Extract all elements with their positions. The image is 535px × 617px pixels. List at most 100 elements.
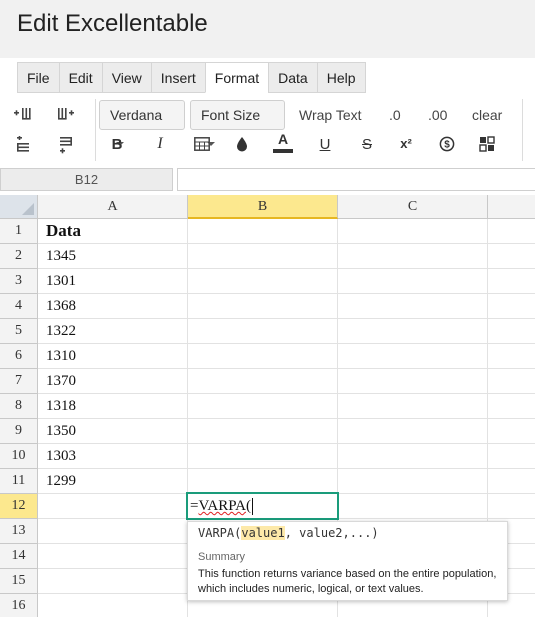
- cell-b7[interactable]: [188, 369, 338, 394]
- menu-insert[interactable]: Insert: [150, 62, 205, 93]
- cell-c8[interactable]: [338, 394, 488, 419]
- row-header-5[interactable]: 5: [0, 319, 38, 344]
- cell-d1[interactable]: [488, 219, 535, 244]
- cell-b4[interactable]: [188, 294, 338, 319]
- column-header-a[interactable]: A: [38, 195, 188, 219]
- row-header-6[interactable]: 6: [0, 344, 38, 369]
- cell-a3[interactable]: 1301: [38, 269, 188, 294]
- row-header-2[interactable]: 2: [0, 244, 38, 269]
- menu-edit[interactable]: Edit: [58, 62, 102, 93]
- menu-data[interactable]: Data: [268, 62, 317, 93]
- superscript-button[interactable]: x²: [395, 132, 417, 154]
- cell-a5[interactable]: 1322: [38, 319, 188, 344]
- borders-icon[interactable]: [191, 133, 213, 155]
- cell-d6[interactable]: [488, 344, 535, 369]
- cell-a11[interactable]: 1299: [38, 469, 188, 494]
- cell-a13[interactable]: [38, 519, 188, 544]
- font-family-dropdown[interactable]: Verdana: [99, 100, 185, 147]
- insert-row-below-icon[interactable]: [55, 134, 77, 156]
- clear-format-button[interactable]: clear: [472, 107, 502, 123]
- column-header-b[interactable]: B: [188, 195, 338, 219]
- cell-d7[interactable]: [488, 369, 535, 394]
- cell-d4[interactable]: [488, 294, 535, 319]
- insert-column-right-icon[interactable]: [55, 103, 77, 125]
- italic-button[interactable]: I: [149, 133, 171, 155]
- cell-reference-box[interactable]: B12: [0, 168, 173, 191]
- row-header-15[interactable]: 15: [0, 569, 38, 594]
- row-header-4[interactable]: 4: [0, 294, 38, 319]
- row-header-3[interactable]: 3: [0, 269, 38, 294]
- cell-c6[interactable]: [338, 344, 488, 369]
- cell-c2[interactable]: [338, 244, 488, 269]
- menu-file[interactable]: File: [17, 62, 59, 93]
- row-header-1[interactable]: 1: [0, 219, 38, 244]
- cell-a16[interactable]: [38, 594, 188, 617]
- row-header-16[interactable]: 16: [0, 594, 38, 617]
- cell-a2[interactable]: 1345: [38, 244, 188, 269]
- cell-b2[interactable]: [188, 244, 338, 269]
- menu-format[interactable]: Format: [204, 62, 269, 93]
- bold-button[interactable]: B: [106, 133, 128, 155]
- cell-a9[interactable]: 1350: [38, 419, 188, 444]
- currency-icon[interactable]: $: [436, 133, 458, 155]
- insert-column-left-icon[interactable]: [12, 103, 34, 125]
- cell-c1[interactable]: [338, 219, 488, 244]
- formula-input[interactable]: [177, 168, 535, 191]
- menu-view[interactable]: View: [101, 62, 151, 93]
- cell-c12[interactable]: [338, 494, 488, 519]
- font-size-dropdown[interactable]: Font Size: [190, 100, 285, 147]
- active-cell-editor[interactable]: =VARPA(: [186, 492, 339, 520]
- cell-d10[interactable]: [488, 444, 535, 469]
- cell-c11[interactable]: [338, 469, 488, 494]
- cell-a4[interactable]: 1368: [38, 294, 188, 319]
- menu-help[interactable]: Help: [316, 62, 366, 93]
- cell-a6[interactable]: 1310: [38, 344, 188, 369]
- row-header-12[interactable]: 12: [0, 494, 38, 519]
- cell-a15[interactable]: [38, 569, 188, 594]
- cell-d9[interactable]: [488, 419, 535, 444]
- cell-c3[interactable]: [338, 269, 488, 294]
- row-header-14[interactable]: 14: [0, 544, 38, 569]
- font-color-icon[interactable]: A: [272, 131, 294, 153]
- cell-a1[interactable]: Data: [38, 219, 188, 244]
- cell-d11[interactable]: [488, 469, 535, 494]
- cell-a10[interactable]: 1303: [38, 444, 188, 469]
- cell-c7[interactable]: [338, 369, 488, 394]
- cell-c4[interactable]: [338, 294, 488, 319]
- cell-c5[interactable]: [338, 319, 488, 344]
- strikethrough-button[interactable]: S: [356, 133, 378, 155]
- fill-color-icon[interactable]: [231, 133, 253, 155]
- cell-b10[interactable]: [188, 444, 338, 469]
- insert-row-above-icon[interactable]: [12, 134, 34, 156]
- cell-d5[interactable]: [488, 319, 535, 344]
- row-header-13[interactable]: 13: [0, 519, 38, 544]
- cell-d3[interactable]: [488, 269, 535, 294]
- cell-a8[interactable]: 1318: [38, 394, 188, 419]
- cell-b9[interactable]: [188, 419, 338, 444]
- cell-a7[interactable]: 1370: [38, 369, 188, 394]
- cell-d2[interactable]: [488, 244, 535, 269]
- cell-c10[interactable]: [338, 444, 488, 469]
- wrap-text-button[interactable]: Wrap Text: [299, 107, 362, 123]
- cell-b1[interactable]: [188, 219, 338, 244]
- select-all-corner[interactable]: [0, 195, 38, 219]
- row-header-7[interactable]: 7: [0, 369, 38, 394]
- conditional-format-icon[interactable]: [476, 133, 498, 155]
- row-header-11[interactable]: 11: [0, 469, 38, 494]
- cell-d8[interactable]: [488, 394, 535, 419]
- decrease-decimal-button[interactable]: .0: [389, 107, 401, 123]
- cell-a14[interactable]: [38, 544, 188, 569]
- cell-a12[interactable]: [38, 494, 188, 519]
- cell-c9[interactable]: [338, 419, 488, 444]
- row-header-8[interactable]: 8: [0, 394, 38, 419]
- cell-d12[interactable]: [488, 494, 535, 519]
- row-header-9[interactable]: 9: [0, 419, 38, 444]
- increase-decimal-button[interactable]: .00: [428, 107, 447, 123]
- cell-b5[interactable]: [188, 319, 338, 344]
- row-header-10[interactable]: 10: [0, 444, 38, 469]
- underline-button[interactable]: U: [314, 133, 336, 155]
- cell-b6[interactable]: [188, 344, 338, 369]
- column-header-d[interactable]: [488, 195, 535, 219]
- cell-b8[interactable]: [188, 394, 338, 419]
- column-header-c[interactable]: C: [338, 195, 488, 219]
